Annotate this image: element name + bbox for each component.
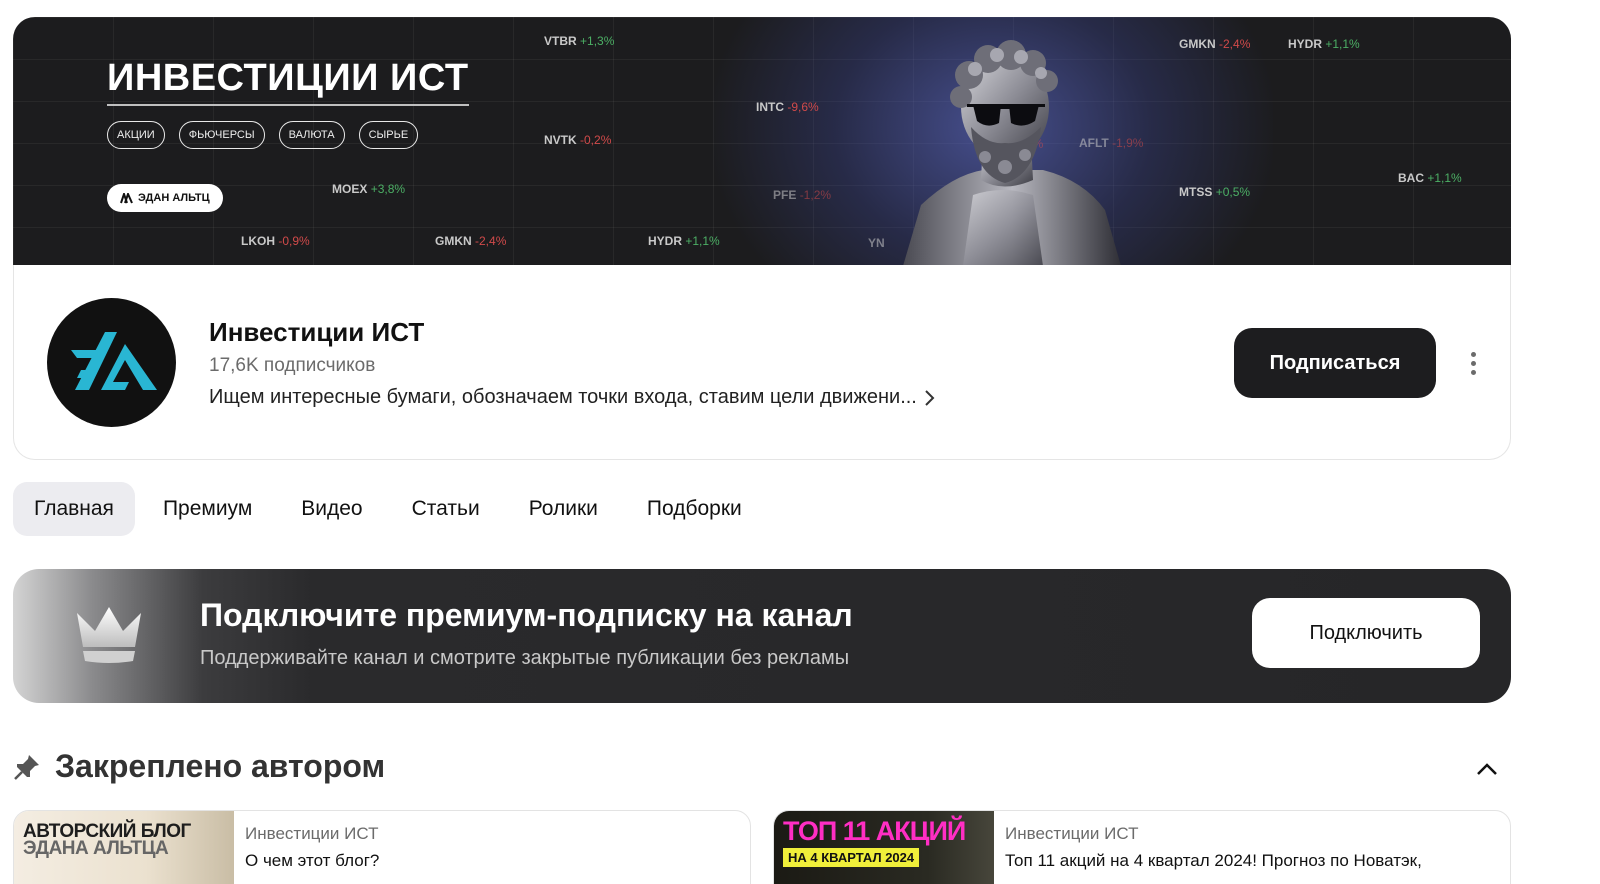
channel-tabs: Главная Премиум Видео Статьи Ролики Подб… <box>13 482 763 536</box>
banner-tags: АКЦИИ ФЬЮЧЕРСЫ ВАЛЮТА СЫРЬЕ <box>107 121 419 149</box>
ticker-change: +1,1% <box>685 234 720 248</box>
channel-logo-icon <box>71 332 157 390</box>
ticker-change: -0,2% <box>580 133 612 147</box>
ticker-symbol: GMKN <box>1179 37 1216 51</box>
crown-icon <box>77 607 141 663</box>
tab-home[interactable]: Главная <box>13 482 135 536</box>
ticker-symbol: NVTK <box>544 133 577 147</box>
channel-avatar[interactable] <box>47 298 176 427</box>
tab-shorts[interactable]: Ролики <box>508 482 619 536</box>
more-dot <box>1470 369 1476 375</box>
author-logo-icon <box>120 192 133 203</box>
ticker: MTSS +0,5% <box>1179 185 1250 199</box>
ticker: LKOH -0,9% <box>241 234 310 248</box>
ticker-symbol: BAC <box>1398 171 1424 185</box>
collapse-pinned-button[interactable] <box>1472 754 1502 784</box>
subscriber-count: 17,6K подписчиков <box>209 355 376 376</box>
banner-tag: ВАЛЮТА <box>278 121 345 149</box>
ticker: VTBR +1,3% <box>544 34 614 48</box>
banner-author-pill: ЭДАН АЛЬТЦ <box>107 184 223 212</box>
channel-name: Инвестиции ИСТ <box>209 317 425 347</box>
ticker-symbol: MOEX <box>332 182 368 196</box>
ticker: GMKN -2,4% <box>435 234 506 248</box>
ticker-change: -2,4% <box>475 234 507 248</box>
banner-tag: АКЦИИ <box>107 121 165 149</box>
statue-illustration <box>903 40 1121 266</box>
post-title[interactable]: Топ 11 акций на 4 квартал 2024! Прогноз … <box>1005 851 1422 871</box>
premium-title: Подключите премиум-подписку на канал <box>200 597 853 633</box>
ticker-symbol: LKOH <box>241 234 275 248</box>
ticker-change: +1,1% <box>1427 171 1462 185</box>
ticker-change: +0,5% <box>1215 185 1251 199</box>
channel-banner: ИНВЕСТИЦИИ ИСТ АКЦИИ ФЬЮЧЕРСЫ ВАЛЮТА СЫР… <box>13 17 1511 266</box>
ticker-change: -0,9% <box>278 234 310 248</box>
more-options-button[interactable] <box>1461 347 1485 379</box>
ticker: YN <box>868 236 885 250</box>
ticker: MOEX +3,8% <box>332 182 405 196</box>
channel-description-text: Ищем интересные бумаги, обозначаем точки… <box>209 386 917 408</box>
ticker: BAC +1,1% <box>1398 171 1462 185</box>
pinned-header: Закреплено автором <box>13 748 385 785</box>
pinned-title: Закреплено автором <box>55 748 386 784</box>
ticker: NVTK -0,2% <box>544 133 611 147</box>
chevron-up-icon <box>1477 763 1497 775</box>
thumbnail-text: НА 4 КВАРТАЛ 2024 <box>783 848 920 867</box>
banner-tag: ФЬЮЧЕРСЫ <box>178 121 265 149</box>
ticker: GMKN -2,4% <box>1179 37 1250 51</box>
ticker: INTC -9,6% <box>756 100 819 114</box>
channel-description[interactable]: Ищем интересные бумаги, обозначаем точки… <box>209 386 935 409</box>
post-author: Инвестиции ИСТ <box>245 824 379 843</box>
premium-subtitle: Поддерживайте канал и смотрите закрытые … <box>200 647 850 669</box>
post-author: Инвестиции ИСТ <box>1005 824 1139 843</box>
chevron-right-icon <box>925 389 935 406</box>
connect-premium-button[interactable]: Подключить <box>1252 598 1480 668</box>
more-dot <box>1470 360 1476 366</box>
ticker-change: +3,8% <box>370 182 406 196</box>
pinned-post-card[interactable]: АВТОРСКИЙ БЛОГ ЭДАНА АЛЬТЦА Инвестиции И… <box>13 810 751 884</box>
channel-info-card: Инвестиции ИСТ 17,6K подписчиков Ищем ин… <box>13 265 1511 460</box>
thumbnail-text: ТОП 11 АКЦИЙ <box>783 816 966 846</box>
ticker-symbol: PFE <box>773 188 797 202</box>
ticker-symbol: VTBR <box>544 34 577 48</box>
ticker-change: -1,2% <box>799 188 832 202</box>
subscribe-button[interactable]: Подписаться <box>1234 328 1436 398</box>
post-title[interactable]: О чем этот блог? <box>245 851 379 871</box>
pinned-post-card[interactable]: ТОП 11 АКЦИЙ НА 4 КВАРТАЛ 2024 Инвестици… <box>773 810 1511 884</box>
ticker-symbol: YN <box>868 236 885 250</box>
premium-promo-banner: Подключите премиум-подписку на канал Под… <box>13 569 1511 703</box>
ticker: PFE -1,2% <box>773 188 831 202</box>
ticker-symbol: GMKN <box>435 234 472 248</box>
ticker-symbol: HYDR <box>648 234 683 248</box>
tab-video[interactable]: Видео <box>280 482 383 536</box>
post-thumbnail: ТОП 11 АКЦИЙ НА 4 КВАРТАЛ 2024 <box>774 811 994 884</box>
banner-title: ИНВЕСТИЦИИ ИСТ <box>107 57 469 106</box>
ticker-change: -2,4% <box>1219 37 1251 51</box>
ticker-symbol: INTC <box>756 100 784 114</box>
thumbnail-text: ЭДАНА АЛЬТЦА <box>23 838 169 859</box>
ticker: HYDR +1,1% <box>648 234 720 248</box>
ticker-change: +1,3% <box>580 34 615 48</box>
ticker: HYDR +1,1% <box>1288 37 1360 51</box>
tab-collections[interactable]: Подборки <box>626 482 763 536</box>
banner-tag: СЫРЬЕ <box>358 121 419 149</box>
tab-articles[interactable]: Статьи <box>391 482 501 536</box>
ticker-symbol: HYDR <box>1288 37 1323 51</box>
post-thumbnail: АВТОРСКИЙ БЛОГ ЭДАНА АЛЬТЦА <box>14 811 234 884</box>
ticker-change: -9,6% <box>787 100 819 114</box>
pin-icon <box>14 754 39 780</box>
ticker-change: +1,1% <box>1325 37 1360 51</box>
ticker-symbol: MTSS <box>1179 185 1213 199</box>
banner-author-name: ЭДАН АЛЬТЦ <box>138 192 210 204</box>
tab-premium[interactable]: Премиум <box>142 482 273 536</box>
more-dot <box>1470 351 1476 357</box>
